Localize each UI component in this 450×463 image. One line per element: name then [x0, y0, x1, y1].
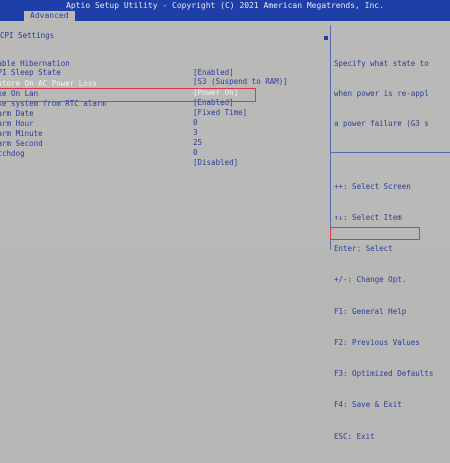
- tab-advanced[interactable]: Advanced: [24, 11, 75, 21]
- setting-enable-hibernation[interactable]: nable Hibernation [Enabled]: [0, 50, 234, 77]
- help-line-1: Specify what state to: [334, 59, 429, 68]
- setting-alarm-second[interactable]: larm Second 0: [0, 130, 198, 157]
- setting-value[interactable]: [S3 (Suspend to RAM)]: [193, 77, 288, 86]
- setting-label: atchdog: [0, 149, 25, 158]
- setting-restore-on-ac-power-loss[interactable]: estore On AC Power Loss [Power On]: [0, 70, 238, 97]
- key-general-help: F1: General Help: [334, 306, 407, 316]
- setting-value[interactable]: 0: [193, 118, 198, 127]
- setting-alarm-minute[interactable]: larm Minute 25: [0, 120, 202, 147]
- help-line-2: when power is re-appl: [334, 89, 429, 98]
- key-save-exit[interactable]: F4: Save & Exit: [334, 400, 433, 410]
- setting-alarm-hour[interactable]: larm Hour 3: [0, 110, 198, 137]
- save-exit-highlight-box: [330, 227, 420, 240]
- panel-divider-horizontal: [331, 152, 450, 153]
- setting-value[interactable]: [Fixed Time]: [193, 108, 247, 117]
- setting-watchdog[interactable]: atchdog [Disabled]: [0, 140, 238, 167]
- setting-value[interactable]: 3: [193, 128, 198, 137]
- help-text: Specify what state to when power is re-a…: [334, 39, 450, 149]
- setting-value[interactable]: [Disabled]: [193, 158, 238, 167]
- key-select-screen: ++: Select Screen: [334, 181, 411, 191]
- selection-highlight-box: [0, 88, 256, 102]
- bios-screen: Aptio Setup Utility - Copyright (C) 2021…: [0, 0, 450, 441]
- key-enter-select: Enter: Select: [334, 244, 393, 254]
- title-bar: Aptio Setup Utility - Copyright (C) 2021…: [0, 0, 450, 11]
- setting-value[interactable]: [Enabled]: [193, 68, 234, 77]
- settings-panel: CPI Settings nable Hibernation [Enabled]…: [0, 21, 330, 250]
- key-change-opt: +/-: Change Opt.: [334, 275, 407, 285]
- setting-value[interactable]: 25: [193, 138, 202, 147]
- key-legend: ++: Select Screen ↑↓: Select Item Enter:…: [334, 161, 433, 463]
- setting-value[interactable]: 0: [193, 148, 198, 157]
- key-select-item: ↑↓: Select Item: [334, 213, 402, 223]
- panel-divider-vertical: [330, 25, 331, 250]
- key-esc-exit: ESC: Exit: [334, 431, 375, 441]
- setting-acpi-sleep-state[interactable]: CPI Sleep State [S3 (Suspend to RAM)]: [0, 59, 288, 86]
- key-optimized-defaults: F3: Optimized Defaults: [334, 369, 434, 379]
- scroll-indicator: [324, 36, 328, 40]
- tab-bar: Advanced: [0, 11, 450, 21]
- help-line-3: a power failure (G3 s: [334, 119, 429, 128]
- key-previous-values: F2: Previous Values: [334, 337, 420, 347]
- section-title: CPI Settings: [0, 31, 55, 40]
